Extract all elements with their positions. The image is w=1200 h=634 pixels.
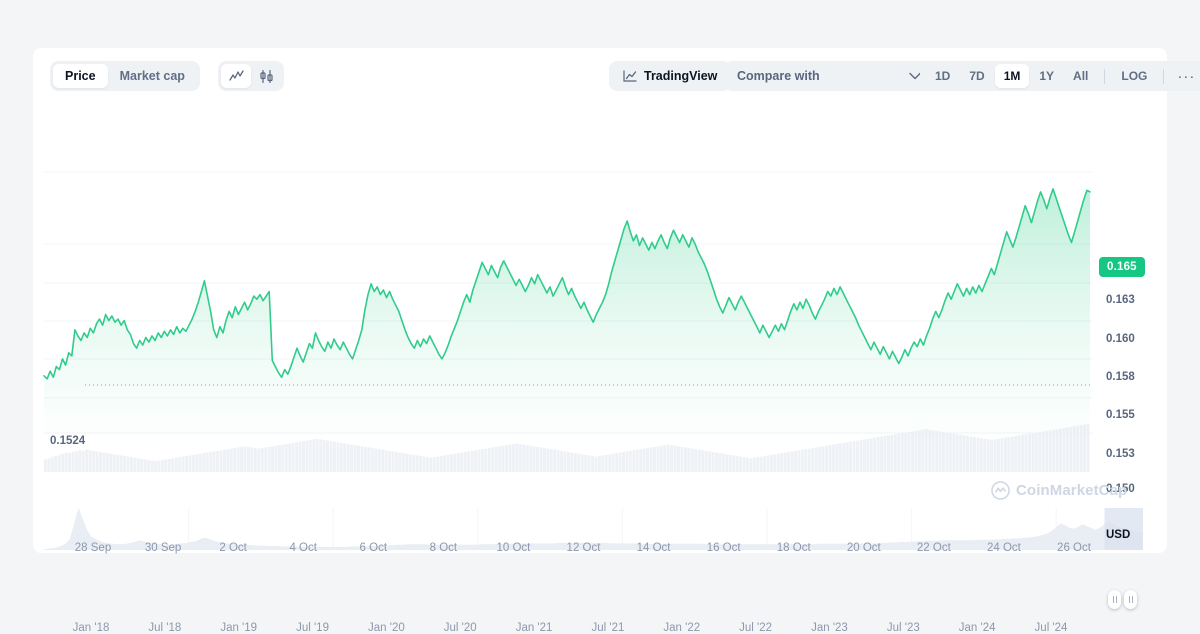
y-tick-label: 0.163: [1106, 294, 1135, 306]
navigator-tick-label: Jan '21: [515, 622, 553, 634]
x-tick-label: 20 Oct: [846, 542, 881, 554]
x-tick-label: 22 Oct: [916, 542, 951, 554]
x-tick-label: 18 Oct: [776, 542, 811, 554]
coinmarketcap-logo-icon: [991, 481, 1010, 500]
tradingview-label: TradingView: [644, 69, 718, 83]
currency-label: USD: [1106, 529, 1131, 541]
navigator-tick-label: Jul '21: [591, 622, 625, 634]
navigator-tick-label: Jan '23: [811, 622, 848, 634]
toolbar-divider: [1163, 68, 1165, 84]
annotation-label: 0.1524: [50, 434, 89, 447]
chart-card: Price Market cap TradingView Compare wit…: [33, 48, 1200, 634]
tab-market-cap[interactable]: Market cap: [108, 64, 197, 88]
navigator-tick-label: Jan '18: [72, 622, 110, 634]
x-tick-label: 14 Oct: [636, 542, 671, 554]
time-range-group: 1D 7D 1M 1Y All LOG ···: [920, 61, 1200, 91]
y-tick-label: 0.160: [1106, 333, 1135, 345]
metric-tab-group: Price Market cap: [50, 61, 200, 91]
candlestick-icon[interactable]: [251, 64, 281, 88]
coinmarketcap-watermark: CoinMarketCap: [991, 481, 1127, 500]
line-chart-icon[interactable]: [221, 64, 251, 88]
compare-with-select[interactable]: Compare with: [724, 61, 934, 91]
navigator-tick-label: Jan '24: [958, 622, 996, 634]
tab-price[interactable]: Price: [53, 64, 108, 88]
x-tick-label: 4 Oct: [289, 542, 317, 554]
x-tick-label: 24 Oct: [986, 542, 1021, 554]
y-tick-label: 0.158: [1106, 371, 1135, 383]
x-tick-label: 10 Oct: [496, 542, 531, 554]
x-tick-label: 2 Oct: [219, 542, 247, 554]
x-tick-label: 6 Oct: [359, 542, 388, 554]
range-1m[interactable]: 1M: [994, 64, 1030, 88]
range-all[interactable]: All: [1064, 64, 1097, 88]
current-price-badge: 0.165: [1099, 257, 1145, 277]
tradingview-button[interactable]: TradingView: [609, 61, 732, 91]
navigator-tick-label: Jul '23: [886, 622, 920, 634]
chart-area: 0.165 0.163 0.160 0.158 0.155 0.153 0.15…: [33, 104, 1167, 634]
x-tick-label: 30 Sep: [144, 542, 182, 554]
x-tick-label: 8 Oct: [429, 542, 458, 554]
navigator-tick-label: Jul '19: [296, 622, 329, 634]
chart-toolbar: Price Market cap TradingView Compare wit…: [33, 48, 1200, 104]
watermark-label: CoinMarketCap: [1016, 482, 1128, 499]
x-tick-label: 12 Oct: [566, 542, 601, 554]
y-tick-label: 0.155: [1106, 409, 1135, 421]
navigator-tick-label: Jul '24: [1034, 622, 1068, 634]
more-options-button[interactable]: ···: [1171, 69, 1200, 84]
toolbar-divider: [1104, 68, 1106, 84]
range-7d[interactable]: 7D: [960, 64, 993, 88]
navigator-tick-label: Jan '20: [368, 622, 405, 634]
x-tick-label: 16 Oct: [706, 542, 741, 554]
range-1y[interactable]: 1Y: [1030, 64, 1063, 88]
x-tick-label: 28 Sep: [74, 542, 112, 554]
navigator-tick-label: Jan '22: [663, 622, 701, 634]
chart-type-group: [218, 61, 284, 91]
navigator-tick-label: Jan '19: [220, 622, 258, 634]
line-chart-icon: [623, 70, 637, 82]
range-1d[interactable]: 1D: [926, 64, 959, 88]
navigator-tick-label: Jul '22: [739, 622, 773, 634]
log-scale-toggle[interactable]: LOG: [1112, 64, 1156, 88]
navigator-tick-label: Jul '18: [148, 622, 182, 634]
x-tick-label: 26 Oct: [1057, 542, 1091, 554]
y-tick-label: 0.153: [1106, 448, 1135, 460]
compare-with-label: Compare with: [737, 69, 820, 83]
navigator-tick-label: Jul '20: [443, 622, 477, 634]
